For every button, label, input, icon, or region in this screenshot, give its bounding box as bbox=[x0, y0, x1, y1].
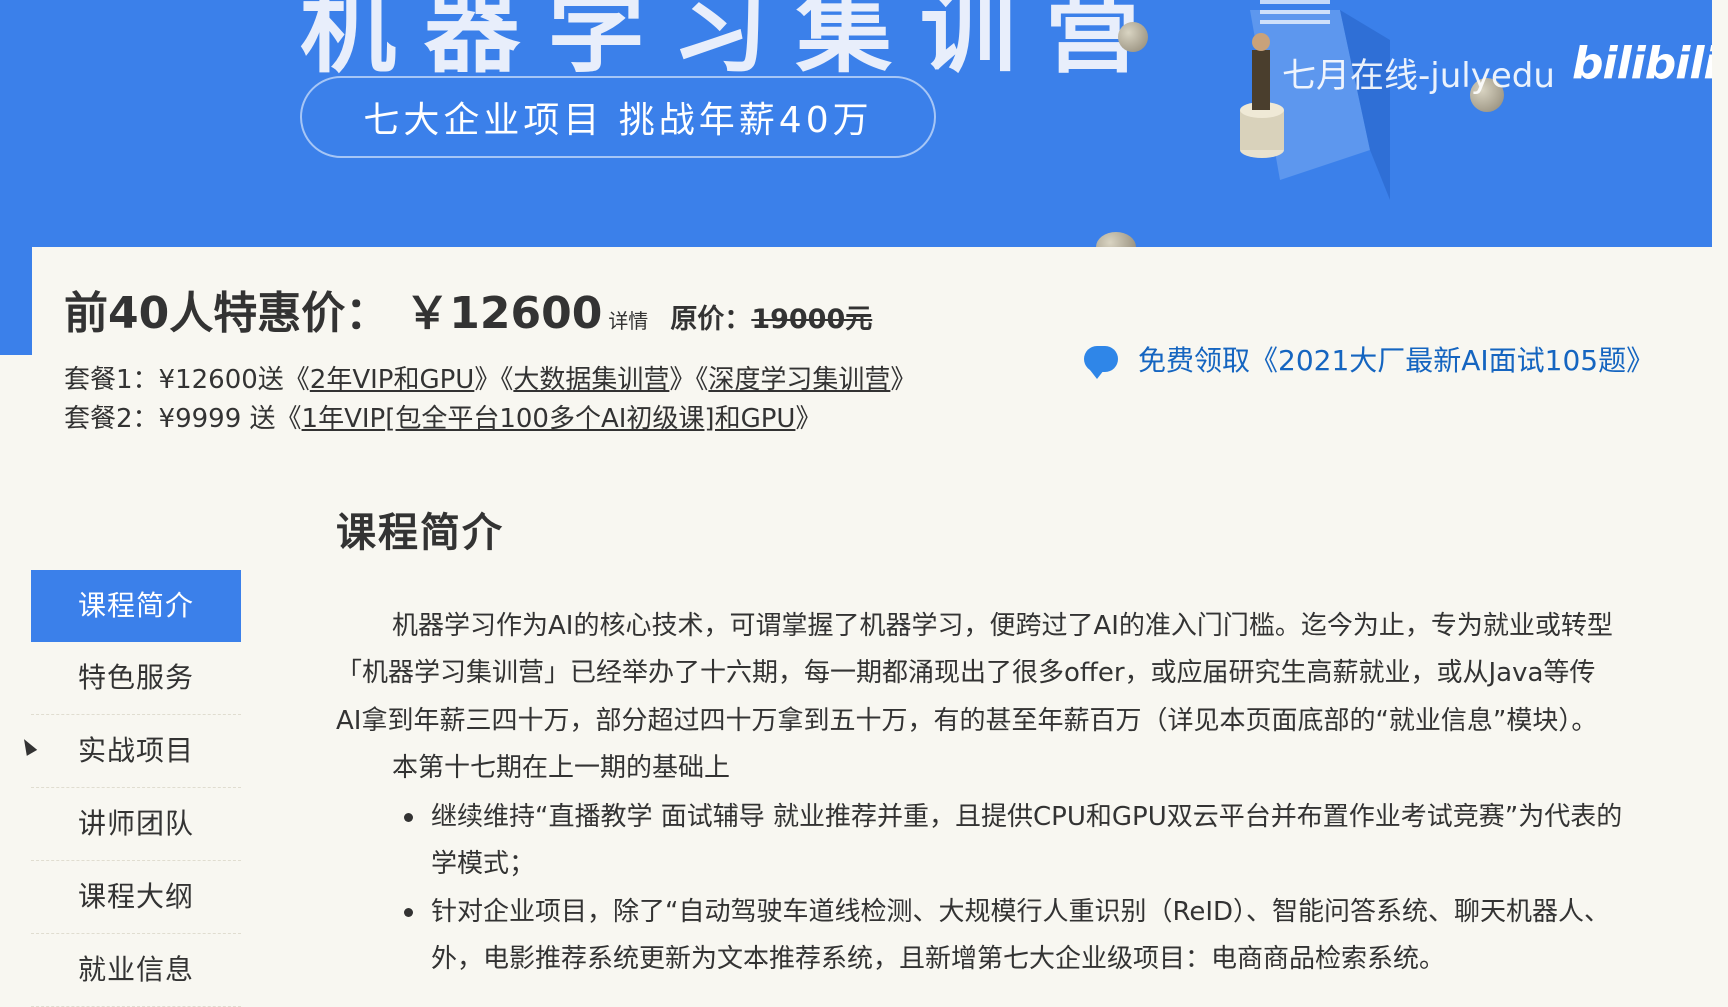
package-2-suffix: 》 bbox=[795, 404, 822, 434]
bullet-continuation: 学模式； bbox=[431, 849, 536, 879]
decor-sphere bbox=[1096, 232, 1136, 247]
hero-banner: 机器学习集训营 七大企业项目 挑战年薪40万 七月在线-julyedu bili… bbox=[0, 0, 1712, 247]
bullet-continuation: 外，电影推荐系统更新为文本推荐系统，且新增第七大企业级项目：电商商品检索系统。 bbox=[431, 944, 1446, 974]
illustration-icon bbox=[1240, 0, 1390, 200]
intro-paragraph-line: AI拿到年薪三四十万，部分超过四十万拿到五十万，有的甚至年薪百万（详见本页面底部… bbox=[336, 706, 1598, 736]
banner-edge bbox=[0, 247, 32, 355]
sidebar-item-features[interactable]: 特色服务 bbox=[31, 642, 241, 715]
sidebar-item-employment[interactable]: 就业信息 bbox=[31, 934, 241, 1007]
package-1-sep: 》《 bbox=[474, 365, 514, 395]
free-offer-link[interactable]: 免费领取《2021大厂最新AI面试105题》 bbox=[1084, 339, 1654, 379]
package-2: 套餐2：¥9999 送《1年VIP[包全平台100多个AI初级课]和GPU》 bbox=[64, 398, 821, 435]
bullet-item: 继续维持“直播教学 面试辅导 就业推荐并重，且提供CPU和GPU双云平台并布置作… bbox=[404, 794, 1622, 840]
sidebar-item-syllabus[interactable]: 课程大纲 bbox=[31, 861, 241, 934]
package-1-suffix: 》 bbox=[890, 365, 917, 395]
package-1-link-vip-gpu[interactable]: 2年VIP和GPU bbox=[310, 365, 475, 395]
sidebar-nav: 课程简介 特色服务 实战项目 讲师团队 课程大纲 就业信息 bbox=[31, 570, 241, 1007]
bullet-text: 针对企业项目，除了“自动驾驶车道线检测、大规模行人重识别（ReID）、智能问答系… bbox=[431, 897, 1611, 927]
sidebar-item-teachers[interactable]: 讲师团队 bbox=[31, 788, 241, 861]
price-panel: 前40人特惠价： ￥12600 详情 原价：19000元 套餐1：¥12600送《2年… bbox=[32, 247, 1712, 434]
package-2-prefix: 套餐2：¥9999 送《 bbox=[64, 404, 302, 434]
chat-bubble-icon bbox=[1084, 346, 1118, 379]
package-1-link-bigdata[interactable]: 大数据集训营 bbox=[513, 365, 669, 395]
package-1-sep: 》《 bbox=[669, 365, 709, 395]
intro-paragraph-line: 「机器学习集训营」已经举办了十六期，每一期都涌现出了很多offer，或应届研究生… bbox=[336, 658, 1596, 688]
original-price-label: 原价： bbox=[670, 304, 752, 335]
package-1-link-deeplearning[interactable]: 深度学习集训营 bbox=[708, 365, 890, 395]
main-content: 课程简介 bbox=[336, 500, 1712, 558]
package-2-link[interactable]: 1年VIP[包全平台100多个AI初级课]和GPU bbox=[302, 404, 796, 434]
section-title: 课程简介 bbox=[336, 510, 504, 556]
free-offer-text: 免费领取《2021大厂最新AI面试105题》 bbox=[1138, 344, 1655, 377]
intro-paragraph-line: 本第十七期在上一期的基础上 bbox=[392, 753, 731, 783]
bullet-text: 继续维持“直播教学 面试辅导 就业推荐并重，且提供CPU和GPU双云平台并布置作… bbox=[431, 802, 1623, 832]
sidebar-item-course-intro[interactable]: 课程简介 bbox=[31, 570, 241, 642]
decor-sphere bbox=[1118, 22, 1148, 52]
bullet-icon bbox=[404, 813, 413, 822]
price-details-link[interactable]: 详情 bbox=[608, 309, 648, 333]
package-1-prefix: 套餐1：¥12600送《 bbox=[64, 365, 310, 395]
original-price: 19000元 bbox=[751, 304, 873, 335]
watermark-text: 七月在线-julyedu bbox=[1282, 56, 1555, 96]
bullet-icon bbox=[404, 908, 413, 917]
bilibili-logo: bilibili bbox=[1572, 38, 1712, 89]
price-label: 前40人特惠价： bbox=[64, 288, 390, 339]
intro-paragraph-line: 机器学习作为AI的核心技术，可谓掌握了机器学习，便跨过了AI的准入门门槛。迄今为… bbox=[392, 611, 1613, 641]
banner-subtitle: 七大企业项目 挑战年薪40万 bbox=[300, 76, 936, 158]
bullet-item: 针对企业项目，除了“自动驾驶车道线检测、大规模行人重识别（ReID）、智能问答系… bbox=[404, 889, 1610, 935]
price-value: ￥12600 bbox=[405, 288, 603, 339]
price-line: 前40人特惠价： ￥12600 详情 原价：19000元 bbox=[64, 277, 872, 341]
sidebar-item-projects[interactable]: 实战项目 bbox=[31, 715, 241, 788]
package-1: 套餐1：¥12600送《2年VIP和GPU》《大数据集训营》《深度学习集训营》 bbox=[64, 359, 916, 396]
